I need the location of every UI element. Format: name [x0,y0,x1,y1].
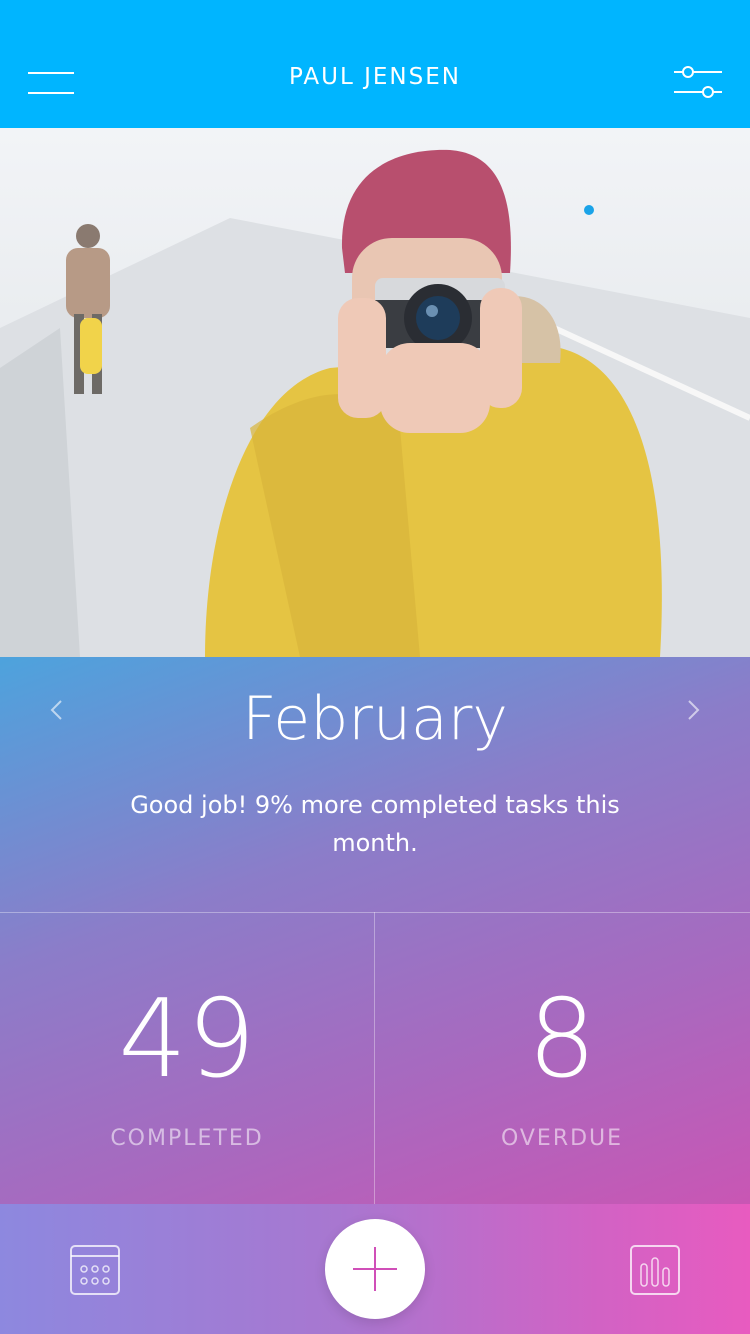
completed-label: COMPLETED [110,1126,264,1151]
chevron-right-icon [688,700,700,720]
filter-button[interactable] [674,66,722,98]
completed-stat: 49 COMPLETED [0,912,374,1204]
sliders-filter-icon [674,66,722,98]
calendar-tab-button[interactable] [69,1244,121,1296]
overdue-label: OVERDUE [500,1126,624,1151]
overdue-count: 8 [527,977,597,1102]
month-title: February [242,684,508,754]
page-title: PAUL JENSEN [289,64,461,90]
plus-icon [353,1247,397,1291]
overdue-stat: 8 OVERDUE [375,912,749,1204]
bar-chart-icon [630,1245,680,1295]
calendar-icon [70,1245,120,1295]
summary-message: Good job! 9% more completed tasks this m… [130,791,620,857]
next-month-button[interactable] [678,696,708,726]
hamburger-line [28,92,74,94]
profile-photo [0,128,750,657]
add-task-button[interactable] [325,1219,425,1319]
app-header: PAUL JENSEN [0,0,750,128]
statistics-tab-button[interactable] [629,1244,681,1296]
photo-person-with-camera [0,149,750,657]
completed-count: 49 [118,977,256,1102]
